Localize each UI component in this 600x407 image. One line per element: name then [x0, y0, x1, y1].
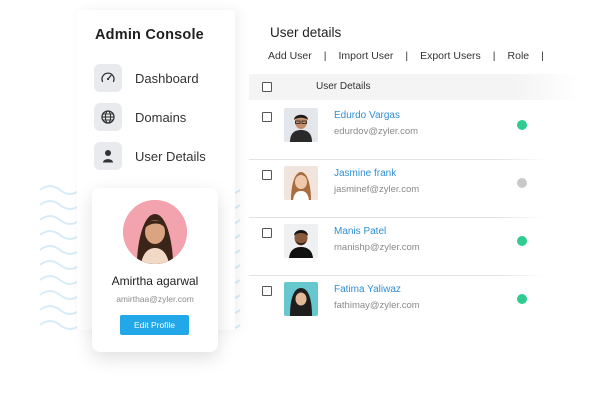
status-indicator-inactive: [517, 178, 527, 188]
table-header: User Details: [249, 74, 580, 100]
select-all-checkbox[interactable]: [262, 82, 272, 92]
avatar: [123, 200, 187, 264]
column-header-user-details: User Details: [316, 81, 371, 92]
user-email: fathimay@zyler.com: [334, 300, 420, 311]
row-checkbox[interactable]: [262, 286, 272, 296]
row-checkbox[interactable]: [262, 112, 272, 122]
row-checkbox[interactable]: [262, 228, 272, 238]
nav-label-dashboard: Dashboard: [135, 70, 199, 86]
profile-email: amirthaa@zyler.com: [116, 294, 194, 304]
avatar: [284, 224, 318, 258]
user-email: edurdov@zyler.com: [334, 126, 419, 137]
table-row[interactable]: Jasmine frank jasminef@zyler.com: [249, 160, 580, 218]
toolbar: Add User | Import User | Export Users | …: [268, 50, 556, 62]
globe-icon: [94, 103, 122, 131]
table-row[interactable]: Fatima Yaliwaz fathimay@zyler.com: [249, 276, 580, 334]
role-link[interactable]: Role: [508, 50, 530, 62]
user-name-link[interactable]: Edurdo Vargas: [334, 110, 400, 121]
user-email: manishp@zyler.com: [334, 242, 420, 253]
profile-name: Amirtha agarwal: [111, 274, 199, 288]
edit-profile-button[interactable]: Edit Profile: [120, 315, 189, 335]
status-indicator-active: [517, 236, 527, 246]
add-user-link[interactable]: Add User: [268, 50, 312, 62]
user-name-link[interactable]: Fatima Yaliwaz: [334, 284, 401, 295]
import-user-link[interactable]: Import User: [339, 50, 394, 62]
toolbar-divider: |: [541, 50, 544, 62]
nav-item-user-details[interactable]: User Details: [94, 141, 206, 171]
nav-item-domains[interactable]: Domains: [94, 102, 186, 132]
toolbar-divider: |: [405, 50, 409, 62]
toolbar-divider: |: [492, 50, 496, 62]
gauge-icon: [94, 64, 122, 92]
user-email: jasminef@zyler.com: [334, 184, 420, 195]
avatar: [284, 282, 318, 316]
page-title: User details: [270, 25, 342, 40]
user-name-link[interactable]: Manis Patel: [334, 226, 386, 237]
app-title: Admin Console: [95, 27, 204, 43]
user-icon: [94, 142, 122, 170]
profile-card: Amirtha agarwal amirthaa@zyler.com Edit …: [92, 188, 218, 352]
row-checkbox[interactable]: [262, 170, 272, 180]
avatar: [284, 166, 318, 200]
status-indicator-active: [517, 294, 527, 304]
table-row[interactable]: Edurdo Vargas edurdov@zyler.com: [249, 102, 580, 160]
table-row[interactable]: Manis Patel manishp@zyler.com: [249, 218, 580, 276]
nav-label-domains: Domains: [135, 109, 187, 125]
status-indicator-active: [517, 120, 527, 130]
avatar: [284, 108, 318, 142]
user-name-link[interactable]: Jasmine frank: [334, 168, 396, 179]
nav-item-dashboard[interactable]: Dashboard: [94, 63, 199, 93]
export-users-link[interactable]: Export Users: [420, 50, 481, 62]
nav-label-user-details: User Details: [135, 148, 206, 164]
toolbar-divider: |: [323, 50, 327, 62]
